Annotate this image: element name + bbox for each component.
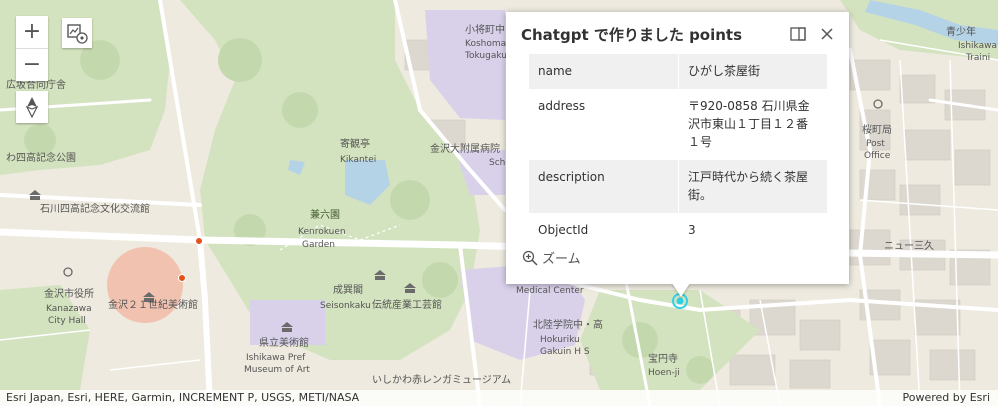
attr-key: name (529, 54, 679, 89)
zoom-to-action[interactable]: ズーム (522, 248, 581, 267)
zoom-control: + − (16, 16, 48, 81)
label-seisonkaku-en: Seisonkaku (320, 301, 371, 311)
popup-pointer (672, 283, 690, 297)
attr-value: 3 (688, 223, 696, 237)
zoom-action-label: ズーム (542, 252, 581, 267)
powered-by-esri[interactable]: Powered by Esri (902, 391, 990, 404)
label-cityhall: 金沢市役所 (44, 287, 94, 300)
label-cityhall-en2: City Hall (48, 316, 86, 326)
label-kosho-en1: Koshoma (465, 39, 506, 49)
label-kosho: 小将町中 (465, 23, 505, 36)
attr-key: description (529, 160, 679, 213)
label-cityhall-en1: Kanazawa (46, 304, 92, 314)
label-kenrokuen-en: Kenrokuen (298, 227, 346, 237)
label-museum21: 金沢２１世紀美術館 (108, 298, 198, 311)
label-post-en1: Post (866, 139, 885, 149)
dock-icon (790, 27, 806, 41)
label-shiinoki: 石川四高記念文化交流館 (40, 202, 150, 215)
label-kenrokuen: 兼六園 (310, 208, 340, 221)
label-nyu: ニュー三久 (884, 240, 934, 252)
label-kenrokuen-en2: Garden (302, 240, 335, 250)
label-kinen-park: わ四高記念公園 (6, 151, 76, 164)
attr-key: address (529, 89, 679, 160)
close-button[interactable] (817, 24, 837, 44)
attribution-bar: Esri Japan, Esri, HERE, Garmin, INCREMEN… (0, 390, 998, 406)
table-row: ObjectId 3 (529, 213, 827, 248)
compass-button[interactable] (16, 91, 48, 123)
table-row: address 〒920-0858 石川県金沢市東山１丁目１２番１号 (529, 89, 827, 160)
label-school-fragment: Sch (489, 158, 505, 168)
compass-control (16, 91, 48, 123)
label-post: 桜町局 (862, 123, 892, 136)
table-row: description 江戸時代から続く茶屋街。 (529, 160, 827, 213)
label-hokuriku: 北陸学院中・高 (533, 318, 603, 331)
label-hokuriku-en1: Hokuriku (540, 335, 580, 345)
label-museum: 県立美術館 (259, 336, 309, 349)
label-kikantei: 寄観亭 (340, 137, 370, 150)
attr-value: ひがし茶屋街 (678, 54, 827, 89)
attribution-text[interactable]: Esri Japan, Esri, HERE, Garmin, INCREMEN… (6, 391, 359, 404)
basemap-toggle-button[interactable] (62, 18, 92, 48)
label-hosenji: 宝円寺 (648, 352, 678, 365)
compass-icon (25, 97, 39, 118)
label-aoshonen-en2: Traini (965, 53, 990, 63)
museum21-area (107, 247, 183, 323)
label-densan: 伝統産業工芸館 (372, 298, 442, 311)
table-row: name ひがし茶屋街 (529, 54, 827, 89)
zoom-in-icon (522, 250, 538, 266)
basemap-toggle-icon (67, 24, 88, 44)
popup-title: Chatgpt で作りました points (521, 26, 743, 44)
zoom-out-button[interactable]: − (16, 48, 48, 81)
close-icon (821, 28, 833, 40)
label-renga: いしかわ赤レンガミュージアム (372, 374, 511, 386)
label-post-en2: Office (864, 151, 891, 161)
attribute-table: name ひがし茶屋街 address 〒920-0858 石川県金沢市東山１丁… (529, 54, 827, 248)
label-museum-en1: Ishikawa Pref (246, 353, 306, 363)
attr-value: 〒920-0858 石川県金沢市東山１丁目１２番１号 (688, 99, 810, 149)
label-univ-hospital: 金沢大附属病院 (430, 142, 500, 155)
dock-button[interactable] (789, 25, 807, 43)
label-hosenji-en: Hoen-ji (648, 368, 680, 378)
label-hokuriku-en2: Gakuin H S (540, 347, 590, 357)
label-museum-en2: Museum of Art (244, 365, 310, 375)
label-kikantei-en: Kikantei (340, 155, 376, 165)
label-aoshonen-en1: Ishikawa (958, 41, 997, 51)
attr-key: ObjectId (529, 213, 679, 248)
label-seisonkaku: 成巽閣 (333, 284, 363, 296)
zoom-in-button[interactable]: + (16, 16, 48, 48)
attr-value: 江戸時代から続く茶屋街。 (678, 160, 827, 213)
label-medical: Medical Center (516, 286, 584, 296)
label-aoshonen: 青少年 (946, 25, 976, 38)
label-kosho-en2: Tokugaku (464, 51, 507, 61)
feature-popup[interactable]: Chatgpt で作りました points name ひがし茶屋街 addres… (506, 12, 849, 284)
